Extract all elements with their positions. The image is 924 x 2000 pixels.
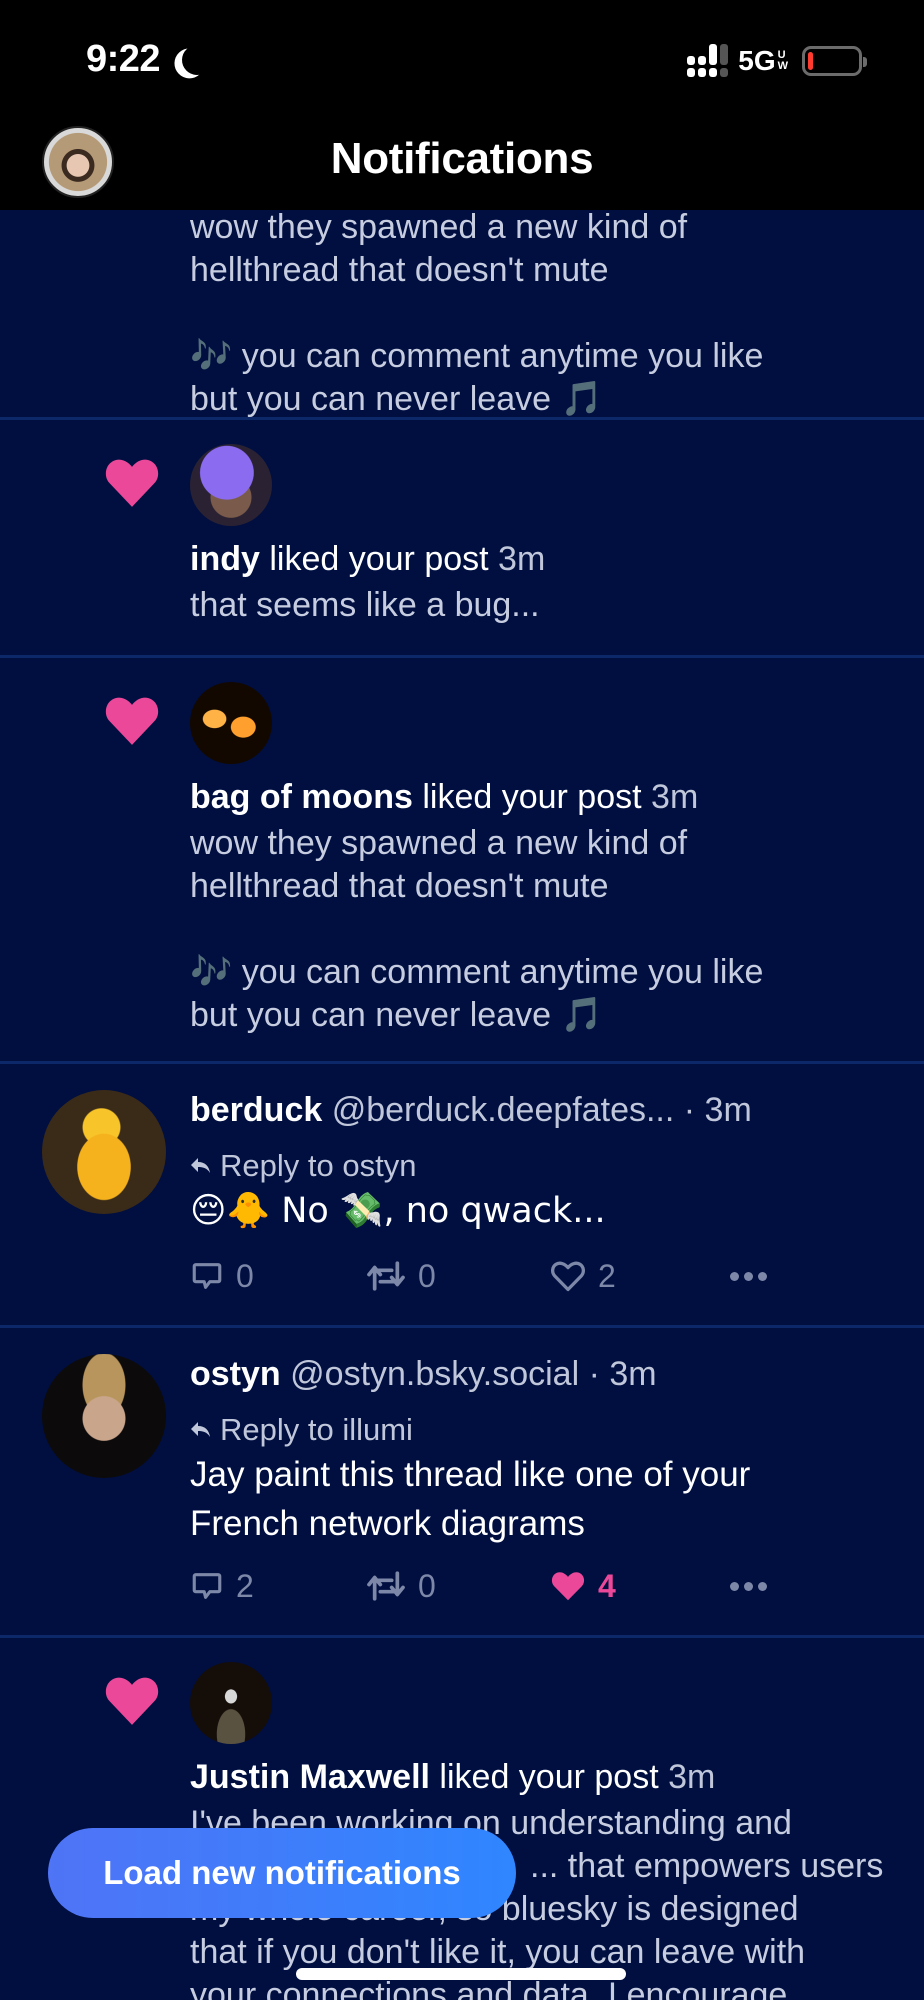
- excerpt-line: hellthread that doesn't mute: [190, 867, 609, 905]
- excerpt-line: wow they spawned a new kind of: [190, 208, 688, 246]
- top-bar: 9:22 5G UW Notifications: [0, 0, 924, 210]
- notification-item[interactable]: Justin Maxwell liked your post 3m I've b…: [0, 1638, 924, 2000]
- notification-item[interactable]: bag of moons liked your post 3m wow they…: [0, 658, 924, 1064]
- repost-icon: [367, 1571, 405, 1601]
- post-header: berduck @berduck.deepfates... · 3m: [190, 1090, 894, 1130]
- post-header: ostyn @ostyn.bsky.social · 3m: [190, 1354, 894, 1394]
- load-new-notifications-button[interactable]: Load new notifications: [48, 1828, 516, 1918]
- reply-to-label: Reply to ostyn: [220, 1148, 417, 1183]
- heart-icon: [105, 1677, 159, 1725]
- reply-to-line[interactable]: Reply to illumi: [190, 1410, 894, 1450]
- display-name[interactable]: berduck: [190, 1091, 322, 1129]
- moon-icon: [180, 42, 215, 77]
- reply-arrow-icon: [191, 1158, 210, 1173]
- notification-item[interactable]: indy liked your post 3m that seems like …: [0, 420, 924, 658]
- user-name[interactable]: indy: [190, 540, 260, 578]
- status-indicators: 5G UW: [687, 44, 867, 77]
- repost-button[interactable]: 0: [366, 1258, 436, 1295]
- user-avatar[interactable]: [190, 682, 272, 764]
- heart-filled-icon: [551, 1572, 585, 1601]
- reply-to-label: Reply to illumi: [220, 1412, 413, 1447]
- page-title: Notifications: [330, 134, 594, 183]
- post-body: 😔🐥 No 💸, no qwack...: [190, 1191, 606, 1231]
- user-handle[interactable]: @ostyn.bsky.social: [290, 1355, 579, 1393]
- reply-button[interactable]: 2: [190, 1568, 254, 1605]
- notification-summary: indy liked your post 3m: [190, 538, 894, 581]
- notification-summary: Justin Maxwell liked your post 3m: [190, 1756, 894, 1799]
- display-name[interactable]: ostyn: [190, 1355, 281, 1393]
- post-body-line: French network diagrams: [190, 1504, 585, 1543]
- reply-to-line[interactable]: Reply to ostyn: [190, 1146, 894, 1186]
- network-suffix-top: U: [777, 48, 786, 61]
- user-avatar[interactable]: [42, 1354, 166, 1478]
- timestamp: 3m: [498, 540, 546, 578]
- excerpt-line: 🎶 you can comment anytime you like: [190, 337, 764, 375]
- timestamp: · 3m: [588, 1355, 657, 1393]
- user-name[interactable]: Justin Maxwell: [190, 1758, 430, 1796]
- more-options-icon[interactable]: [730, 1271, 767, 1281]
- signal-icon: [687, 44, 729, 77]
- post-item[interactable]: berduck @berduck.deepfates... · 3m Reply…: [0, 1064, 924, 1328]
- like-count: 2: [598, 1257, 616, 1294]
- action-text: liked your post: [269, 540, 489, 578]
- repost-count: 0: [418, 1567, 436, 1604]
- like-count: 4: [598, 1567, 616, 1604]
- status-time: 9:22: [86, 38, 212, 81]
- excerpt-line: but you can never leave 🎵: [190, 380, 603, 418]
- timestamp: 3m: [668, 1758, 716, 1796]
- action-text: liked your post: [422, 778, 642, 816]
- like-button[interactable]: 4: [550, 1568, 616, 1605]
- timestamp: 3m: [651, 778, 699, 816]
- clock-text: 9:22: [86, 38, 161, 80]
- heart-icon: [105, 459, 159, 507]
- post-text: Jay paint this thread like one of your F…: [190, 1450, 894, 1548]
- home-indicator[interactable]: [296, 1968, 626, 1980]
- battery-icon: [802, 45, 867, 76]
- user-avatar[interactable]: [190, 444, 272, 526]
- post-excerpt: wow they spawned a new kind of hellthrea…: [190, 206, 894, 421]
- post-body-line: Jay paint this thread like one of your: [190, 1455, 751, 1494]
- reply-button[interactable]: 0: [190, 1258, 254, 1295]
- network-suffix-bottom: W: [777, 59, 788, 72]
- post-text: 😔🐥 No 💸, no qwack...: [190, 1186, 894, 1236]
- repost-count: 0: [418, 1257, 436, 1294]
- excerpt-line: 🎶 you can comment anytime you like: [190, 953, 764, 991]
- repost-button[interactable]: 0: [366, 1568, 436, 1605]
- excerpt-line: hellthread that doesn't mute: [190, 251, 609, 289]
- timestamp: · 3m: [683, 1091, 752, 1129]
- repost-icon: [367, 1261, 405, 1291]
- battery-level: [808, 51, 813, 70]
- action-text: liked your post: [439, 1758, 659, 1796]
- user-name[interactable]: bag of moons: [190, 778, 413, 816]
- reply-count: 0: [236, 1257, 254, 1294]
- excerpt-line: wow they spawned a new kind of: [190, 824, 688, 862]
- excerpt-line: but you can never leave 🎵: [190, 996, 603, 1034]
- network-indicator: 5G UW: [738, 45, 788, 77]
- post-excerpt: that seems like a bug...: [190, 584, 894, 627]
- user-handle[interactable]: @berduck.deepfates...: [332, 1091, 675, 1129]
- post-actions: 0 0 2: [190, 1254, 790, 1298]
- comment-icon: [192, 1263, 222, 1289]
- excerpt-line: that seems like a bug...: [190, 586, 540, 624]
- network-label: 5G: [738, 44, 776, 76]
- more-options-icon[interactable]: [730, 1581, 767, 1591]
- post-item[interactable]: ostyn @ostyn.bsky.social · 3m Reply to i…: [0, 1328, 924, 1638]
- notification-summary: bag of moons liked your post 3m: [190, 776, 894, 819]
- reply-arrow-icon: [191, 1422, 210, 1437]
- like-button[interactable]: 2: [550, 1258, 616, 1295]
- post-excerpt: wow they spawned a new kind of hellthrea…: [190, 822, 894, 1037]
- post-actions: 2 0 4: [190, 1564, 790, 1608]
- user-avatar[interactable]: [190, 1662, 272, 1744]
- heart-outline-icon: [551, 1261, 585, 1292]
- user-avatar[interactable]: [42, 1090, 166, 1214]
- heart-icon: [105, 697, 159, 745]
- reply-count: 2: [236, 1567, 254, 1604]
- comment-icon: [192, 1573, 222, 1599]
